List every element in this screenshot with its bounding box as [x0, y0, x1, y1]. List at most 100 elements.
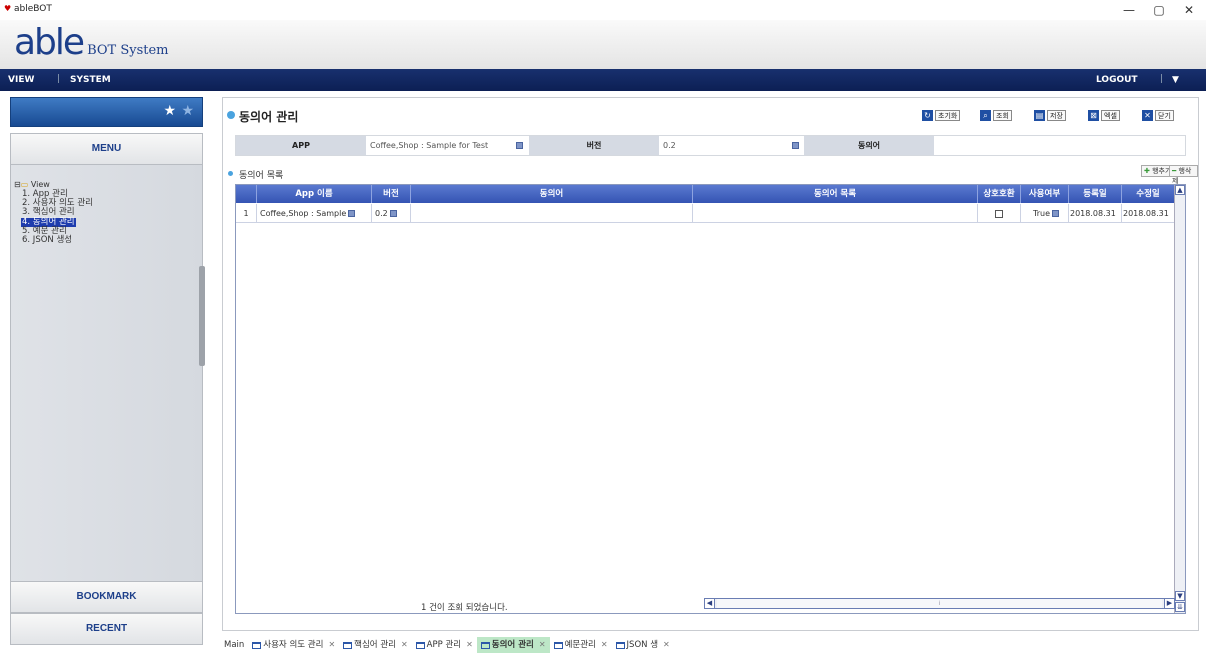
search-filter-bar: APP Coffee,Shop : Sample for Test 버전 0.2… [235, 135, 1186, 156]
column-header-use[interactable]: 사용여부 [1021, 185, 1069, 203]
window-title: ableBOT [14, 4, 52, 14]
nav-system[interactable]: SYSTEM [70, 75, 111, 85]
search-icon: ⌕ [980, 109, 991, 121]
cell-synonym-list[interactable] [693, 204, 978, 223]
favorite-star-icon[interactable]: ★ [181, 103, 194, 119]
mutual-checkbox[interactable] [995, 209, 1003, 218]
tree-collapse-icon[interactable]: ⊟ [14, 180, 21, 189]
tab-close-icon[interactable]: ✕ [328, 637, 335, 653]
window-tab-icon [480, 641, 490, 649]
column-header-created[interactable]: 등록일 [1069, 185, 1122, 203]
scroll-right-icon[interactable]: ▶ [1164, 599, 1174, 608]
plus-icon: ✚ [1144, 167, 1150, 175]
column-header-synonym-list[interactable]: 동의어 목록 [693, 185, 978, 203]
tab-intent[interactable]: 사용자 의도 관리 ✕ [248, 637, 339, 653]
column-header-app-name[interactable]: App 이름 [257, 185, 372, 203]
status-text: 1 건이 조회 되었습니다. [421, 603, 508, 613]
app-select-dropdown-icon[interactable] [516, 142, 523, 149]
save-icon: ▤ [1034, 109, 1045, 121]
app-filter-label: APP [236, 136, 366, 155]
excel-button[interactable]: ⊠ 엑셀 [1088, 109, 1120, 121]
dropdown-icon[interactable] [389, 210, 397, 217]
tab-close-icon[interactable]: ✕ [663, 637, 670, 653]
bookmark-button[interactable]: BOOKMARK [10, 581, 203, 613]
tab-json[interactable]: JSON 생 ✕ [612, 637, 674, 653]
dropdown-icon[interactable] [1052, 210, 1059, 217]
scroll-down-icon[interactable]: ▼ [1175, 591, 1185, 601]
delete-row-button[interactable]: ━ 행삭제 [1169, 165, 1198, 185]
logout-link[interactable]: LOGOUT [1096, 75, 1138, 85]
app-heart-icon: ♥ [4, 4, 12, 13]
reset-button[interactable]: ↻ 초기화 [922, 109, 961, 121]
cell-modified: 2018.08.31 [1122, 204, 1175, 223]
save-button[interactable]: ▤ 저장 [1034, 109, 1066, 121]
cell-use[interactable]: True [1021, 204, 1069, 223]
horizontal-scrollbar[interactable]: ◀ ⁞ ▶ [704, 598, 1175, 609]
excel-icon: ⊠ [1088, 109, 1099, 121]
search-button[interactable]: ⌕ 조회 [980, 109, 1012, 121]
tab-close-icon[interactable]: ✕ [539, 637, 546, 653]
refresh-icon: ↻ [922, 109, 933, 121]
cell-mutual[interactable] [978, 204, 1021, 223]
column-header-mutual[interactable]: 상호호환 [978, 185, 1021, 203]
maximize-button[interactable]: ▢ [1144, 1, 1174, 19]
tab-keyword[interactable]: 핵심어 관리 ✕ [339, 637, 412, 653]
nav-separator: | [57, 74, 61, 84]
chevron-down-icon[interactable]: ▼ [1172, 75, 1179, 85]
row-number: 1 [236, 204, 257, 223]
nav-view[interactable]: VIEW [8, 75, 34, 85]
minimize-button[interactable]: — [1114, 1, 1144, 19]
window-tab-icon [252, 641, 262, 649]
sidebar-item-keyword[interactable]: 3. 핵심어 관리 [21, 208, 94, 217]
synonym-grid: App 이름 버전 동의어 동의어 목록 상호호환 사용여부 등록일 수정일 1… [235, 184, 1186, 614]
app-select[interactable]: Coffee,Shop : Sample for Test [366, 136, 529, 155]
close-window-button[interactable]: ✕ [1174, 1, 1204, 19]
bottom-tab-bar: Main 사용자 의도 관리 ✕ 핵심어 관리 ✕ APP 관리 ✕ 동의어 관리 ✕ … [220, 637, 674, 653]
app-logo: able BOT System [14, 22, 168, 63]
version-select[interactable]: 0.2 [659, 136, 802, 155]
sidebar-header: ★ ★ [10, 97, 203, 127]
vertical-scrollbar[interactable]: ▲ ▼ ⇊ [1174, 185, 1185, 613]
tree-items: 1. App 관리 2. 사용자 의도 관리 3. 핵심어 관리 4. 동의어 … [21, 190, 94, 245]
panel-splitter[interactable] [199, 266, 205, 366]
tab-example[interactable]: 예문관리 ✕ [550, 637, 612, 653]
tab-close-icon[interactable]: ✕ [401, 637, 408, 653]
cell-app-name[interactable]: Coffee,Shop : Sample [257, 204, 372, 223]
scroll-thumb[interactable]: ⁞ [717, 599, 1162, 608]
column-header-synonym[interactable]: 동의어 [411, 185, 693, 203]
tab-synonym[interactable]: 동의어 관리 ✕ [476, 637, 550, 653]
tab-main[interactable]: Main [220, 637, 248, 653]
tab-app[interactable]: APP 관리 ✕ [412, 637, 477, 653]
column-header-version[interactable]: 버전 [372, 185, 411, 203]
list-bullet-icon [228, 171, 233, 176]
close-button[interactable]: ✕ 닫기 [1142, 109, 1174, 121]
folder-icon: ▭ [20, 180, 29, 189]
scroll-up-icon[interactable]: ▲ [1175, 185, 1185, 195]
cell-version[interactable]: 0.2 [372, 204, 411, 223]
scroll-left-icon[interactable]: ◀ [705, 599, 715, 608]
sidebar-item-json[interactable]: 6. JSON 생성 [21, 236, 94, 245]
tab-close-icon[interactable]: ✕ [601, 637, 608, 653]
version-select-dropdown-icon[interactable] [792, 142, 799, 149]
cell-synonym[interactable] [411, 204, 693, 223]
synonym-input[interactable] [935, 136, 1185, 155]
column-header-modified[interactable]: 수정일 [1122, 185, 1175, 203]
top-navbar: VIEW | SYSTEM LOGOUT | ▼ [0, 69, 1206, 91]
tree-root-view[interactable]: ⊟▭ View [14, 180, 50, 189]
version-filter-label: 버전 [529, 136, 659, 155]
menu-button[interactable]: MENU [10, 133, 203, 165]
menu-tree: ⊟▭ View 1. App 관리 2. 사용자 의도 관리 3. 핵심어 관리… [10, 165, 203, 645]
dropdown-icon[interactable] [348, 210, 356, 217]
app-header: able BOT System [0, 20, 1206, 69]
tab-close-icon[interactable]: ✕ [466, 637, 473, 653]
main-panel: 동의어 관리 ↻ 초기화 ⌕ 조회 ▤ 저장 ⊠ 엑셀 ✕ 닫기 APP Coffee,S… [222, 97, 1199, 631]
scroll-end-icon[interactable]: ⇊ [1175, 602, 1185, 612]
left-sidebar: ★ ★ MENU ⊟▭ View 1. App 관리 2. 사용자 의도 관리 … [10, 97, 205, 647]
list-title: 동의어 목록 [239, 171, 284, 181]
synonym-filter-label: 동의어 [804, 136, 934, 155]
recent-button[interactable]: RECENT [10, 613, 203, 645]
nav-separator: | [1160, 74, 1164, 84]
tree-root-label: View [30, 180, 50, 189]
add-favorite-star-icon[interactable]: ★ [163, 103, 176, 119]
cell-created: 2018.08.31 [1069, 204, 1122, 223]
